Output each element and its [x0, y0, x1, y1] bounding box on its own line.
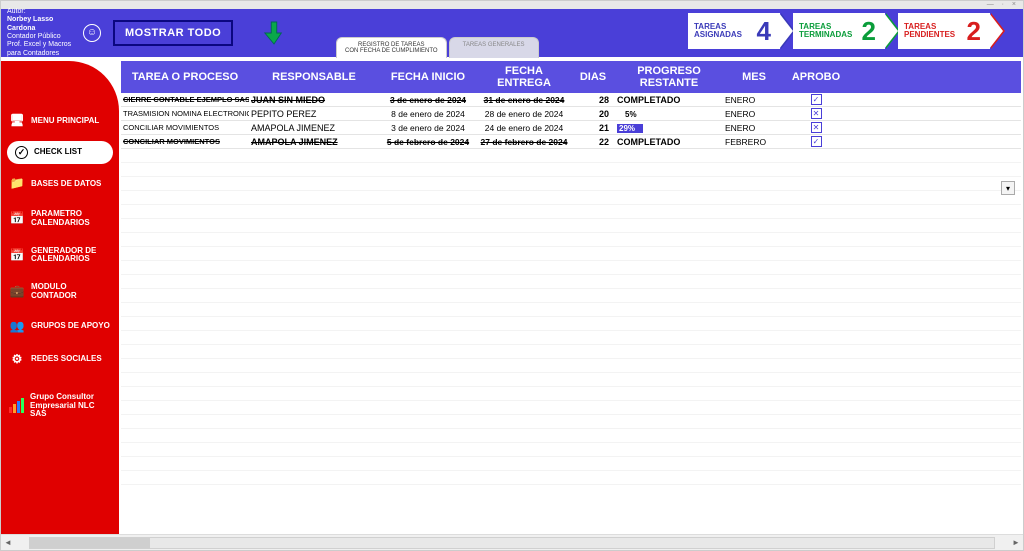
check-icon[interactable]: ✓ [811, 94, 822, 105]
scroll-left-icon[interactable]: ◄ [1, 536, 15, 550]
main-content: TAREA O PROCESO RESPONSABLE FECHA INICIO… [119, 57, 1023, 534]
sidebar-item-3[interactable]: 📅 PARAMETRO CALENDARIOS [1, 204, 119, 234]
titlebar: — · × [1, 1, 1023, 9]
menu-icon: 📅 [9, 212, 25, 226]
sidebar-label: GENERADOR DE CALENDARIOS [31, 247, 111, 265]
sidebar-label: PARAMETRO CALENDARIOS [31, 210, 111, 228]
sidebar-item-7[interactable]: ⚙ REDES SOCIALES [1, 347, 119, 373]
scroll-right-icon[interactable]: ► [1009, 536, 1023, 550]
table-row[interactable]: CONCILIAR MOVIMIENTOSAMAPOLA JIMENEZ5 de… [121, 135, 1021, 149]
avatar-icon: ☺ [83, 24, 101, 42]
counters: TAREAS ASIGNADAS 4 TAREAS TERMINADAS 2 T… [688, 13, 1003, 49]
chevron-icon [989, 13, 1003, 49]
sidebar-item-2[interactable]: 📁 BASES DE DATOS [1, 171, 119, 197]
sidebar-label: BASES DE DATOS [31, 180, 101, 189]
sidebar-item-6[interactable]: 👥 GRUPOS DE APOYO [1, 314, 119, 340]
menu-icon: 📅 [9, 248, 25, 262]
col-tarea[interactable]: TAREA O PROCESO [121, 61, 249, 93]
col-responsable[interactable]: RESPONSABLE [249, 61, 379, 93]
table-row[interactable]: CONCILIAR MOVIMIENTOSAMAPOLA JIMENEZ3 de… [121, 121, 1021, 135]
col-fecha-inicio[interactable]: FECHA INICIO [379, 61, 477, 93]
sidebar-label: Grupo Consultor Empresarial NLC SAS [30, 393, 111, 419]
tab-registro[interactable]: REGISTRO DE TAREAS CON FECHA DE CUMPLIMI… [336, 37, 447, 58]
ribbon: Autor: Norbey Lasso Cardona Contador Púb… [1, 9, 1023, 57]
table-header: TAREA O PROCESO RESPONSABLE FECHA INICIO… [121, 61, 1021, 93]
sidebar-label: MENU PRINCIPAL [31, 117, 99, 126]
sidebar-label: MODULO CONTADOR [31, 283, 111, 301]
table-body: CIERRE CONTABLE EJEMPLO SASJUAN SIN MIED… [121, 93, 1021, 149]
dropdown-button[interactable]: ▾ [1001, 181, 1015, 195]
x-icon[interactable]: ✕ [811, 122, 822, 133]
menu-icon: 💼 [9, 285, 25, 299]
counter-pending: TAREAS PENDIENTES 2 [898, 13, 990, 49]
horizontal-scrollbar[interactable]: ◄ ► [1, 534, 1023, 550]
app-window: — · × Autor: Norbey Lasso Cardona Contad… [0, 0, 1024, 551]
sidebar-item-8[interactable]: Grupo Consultor Empresarial NLC SAS [1, 387, 119, 425]
sidebar-label: CHECK LIST [34, 148, 82, 157]
col-aprobo[interactable]: APROBO [785, 61, 847, 93]
check-icon[interactable]: ✓ [811, 136, 822, 147]
table-row[interactable]: CIERRE CONTABLE EJEMPLO SASJUAN SIN MIED… [121, 93, 1021, 107]
arrow-down-icon[interactable] [263, 20, 285, 46]
col-progreso[interactable]: PROGRESO RESTANTE [615, 61, 723, 93]
show-all-button[interactable]: MOSTRAR TODO [113, 20, 233, 46]
menu-icon: ⚙ [9, 353, 25, 367]
sidebar: 🖥 MENU PRINCIPAL ✓ CHECK LIST 📁 BASES DE DATO… [1, 61, 119, 534]
sidebar-item-0[interactable]: 🖥 MENU PRINCIPAL [1, 108, 119, 134]
sidebar-label: REDES SOCIALES [31, 355, 102, 364]
scroll-track[interactable] [29, 537, 995, 549]
sidebar-item-4[interactable]: 📅 GENERADOR DE CALENDARIOS [1, 241, 119, 271]
col-dias[interactable]: DIAS [571, 61, 615, 93]
counter-assigned: TAREAS ASIGNADAS 4 [688, 13, 780, 49]
sidebar-item-5[interactable]: 💼 MODULO CONTADOR [1, 277, 119, 307]
empty-grid[interactable] [121, 149, 1021, 489]
scroll-thumb[interactable] [30, 538, 150, 548]
tab-strip: REGISTRO DE TAREAS CON FECHA DE CUMPLIMI… [336, 37, 541, 58]
menu-icon: 📁 [9, 177, 25, 191]
sidebar-item-1[interactable]: ✓ CHECK LIST [7, 141, 113, 164]
table-row[interactable]: TRASMISION NOMINA ELECTRONICA DICIEMBREP… [121, 107, 1021, 121]
counter-done: TAREAS TERMINADAS 2 [793, 13, 885, 49]
check-circle-icon: ✓ [15, 146, 28, 159]
author-name: Norbey Lasso Cardona [7, 16, 79, 33]
window-controls[interactable]: — · × [987, 1, 1019, 8]
author-role: Contador Público [7, 33, 79, 41]
menu-icon: 👥 [9, 320, 25, 334]
author-sub: Prof. Excel y Macros para Contadores [7, 41, 79, 58]
author-box: Autor: Norbey Lasso Cardona Contador Púb… [1, 4, 107, 62]
x-icon[interactable]: ✕ [811, 108, 822, 119]
tab-generales[interactable]: TAREAS GENERALES [449, 37, 539, 58]
menu-icon: 🖥 [9, 114, 25, 128]
author-label: Autor: [7, 8, 79, 16]
sidebar-label: GRUPOS DE APOYO [31, 322, 110, 331]
chevron-icon [884, 13, 898, 49]
col-mes[interactable]: MES [723, 61, 785, 93]
col-fecha-entrega[interactable]: FECHA ENTREGA [477, 61, 571, 93]
chevron-icon [779, 13, 793, 49]
